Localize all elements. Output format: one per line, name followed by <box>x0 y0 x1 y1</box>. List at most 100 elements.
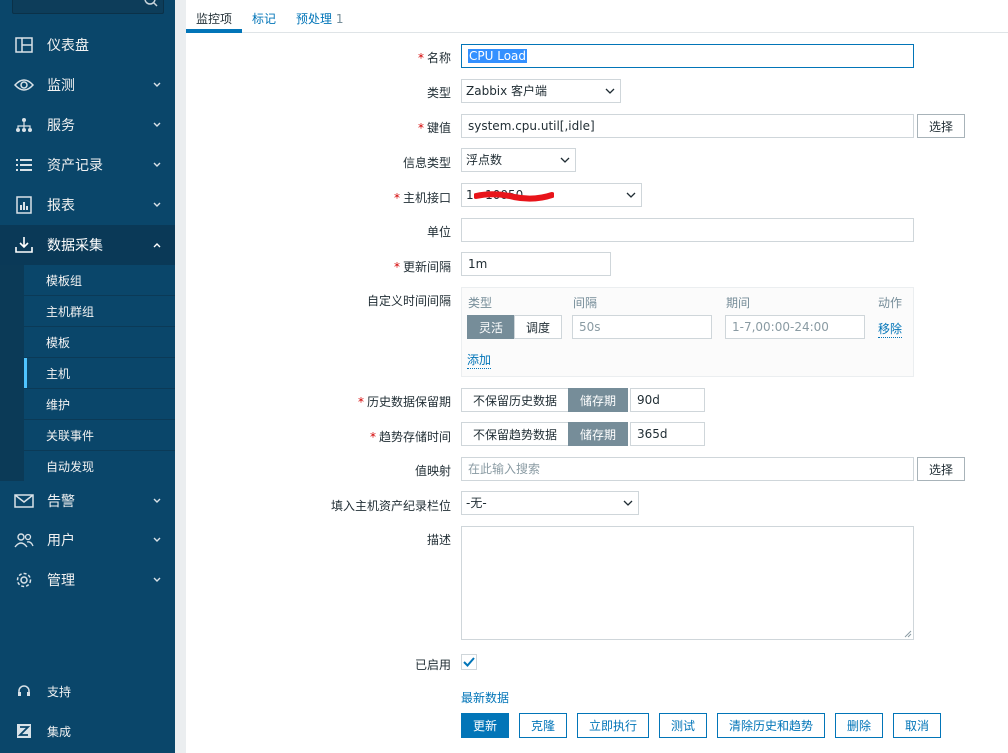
clone-button[interactable]: 克隆 <box>519 713 567 738</box>
chevron-down-icon <box>153 202 161 207</box>
inventory-label: 填入主机资产纪录栏位 <box>330 499 451 513</box>
sidebar-item-support[interactable]: 支持 <box>0 671 175 711</box>
units-input[interactable] <box>461 218 914 242</box>
headset-icon <box>14 681 34 701</box>
units-label: 单位 <box>426 225 451 239</box>
chevron-down-icon <box>560 157 570 163</box>
submenu-item-maintenance[interactable]: 维护 <box>24 389 175 419</box>
resize-handle-icon[interactable] <box>904 630 912 638</box>
sidebar-item-users[interactable]: 用户 <box>0 520 175 560</box>
sidebar: 仪表盘 监测 服务 资产记录 报表 数据采集 模板组 主机群组 模板 主机 维护… <box>0 0 175 753</box>
search-icon[interactable] <box>143 0 159 8</box>
flexible-segment[interactable]: 灵活 <box>467 315 515 339</box>
col-action-header: 动作 <box>878 296 903 310</box>
chevron-down-icon <box>623 500 633 506</box>
add-interval-link[interactable]: 添加 <box>467 351 492 369</box>
key-label: * 键值 <box>417 121 451 135</box>
scheduling-segment[interactable]: 调度 <box>514 315 562 339</box>
submenu-item-template-groups[interactable]: 模板组 <box>24 265 175 295</box>
sidebar-item-label: 管理 <box>47 573 75 589</box>
sidebar-search[interactable] <box>12 0 164 14</box>
history-storage-period-segment[interactable]: 储存期 <box>568 388 628 412</box>
sidebar-item-label: 集成 <box>47 724 72 739</box>
sidebar-item-label: 用户 <box>47 533 75 549</box>
tab-tags[interactable]: 标记 <box>252 10 276 27</box>
update-interval-input[interactable]: 1m <box>461 252 611 276</box>
hierarchy-icon <box>14 115 34 135</box>
sidebar-item-dashboard[interactable]: 仪表盘 <box>0 25 175 65</box>
sidebar-item-label: 报表 <box>47 198 75 214</box>
list-icon <box>14 155 34 175</box>
history-label: * 历史数据保留期 <box>357 395 451 409</box>
sidebar-item-label: 仪表盘 <box>47 38 89 54</box>
sidebar-item-reports[interactable]: 报表 <box>0 185 175 225</box>
users-icon <box>14 530 34 550</box>
dashboard-icon <box>14 35 34 55</box>
col-type-header: 类型 <box>468 296 493 310</box>
chevron-up-icon <box>153 243 161 248</box>
host-interface-label: * 主机接口 <box>393 191 451 205</box>
update-button[interactable]: 更新 <box>461 713 509 738</box>
trends-input[interactable]: 365d <box>630 422 705 446</box>
execute-now-button[interactable]: 立即执行 <box>577 713 649 738</box>
period-input[interactable]: 1-7,00:00-24:00 <box>725 315 865 339</box>
item-edit-form: 监控项 标记 预处理 1 * 名称 CPU Load 类型 Zabbix 客户端 … <box>186 0 1008 753</box>
tab-item[interactable]: 监控项 <box>196 10 232 27</box>
data-collection-submenu: 模板组 主机群组 模板 主机 维护 关联事件 自动发现 <box>0 265 175 481</box>
sidebar-item-data-collection[interactable]: 数据采集 <box>0 225 175 265</box>
name-label: * 名称 <box>417 51 451 65</box>
clear-history-button[interactable]: 清除历史和趋势 <box>717 713 825 738</box>
valuemap-select-button[interactable]: 选择 <box>917 457 965 481</box>
preprocessing-count: 1 <box>335 12 344 26</box>
trends-do-not-keep-segment[interactable]: 不保留趋势数据 <box>461 422 569 446</box>
info-type-select[interactable]: 浮点数 <box>461 148 576 172</box>
active-tab-indicator <box>186 29 242 33</box>
valuemap-input[interactable]: 在此输入搜索 <box>461 457 914 481</box>
sidebar-item-integrations[interactable]: 集成 <box>0 711 175 751</box>
remove-interval-link[interactable]: 移除 <box>878 320 903 338</box>
interval-input[interactable]: 50s <box>572 315 712 339</box>
sidebar-item-label: 资产记录 <box>47 158 103 174</box>
sidebar-item-services[interactable]: 服务 <box>0 105 175 145</box>
trends-storage-period-segment[interactable]: 储存期 <box>568 422 628 446</box>
custom-intervals-label: 自定义时间间隔 <box>366 294 451 308</box>
submenu-item-event-correlation[interactable]: 关联事件 <box>24 420 175 450</box>
col-interval-header: 间隔 <box>573 296 598 310</box>
sidebar-item-label: 服务 <box>47 118 75 134</box>
submenu-item-hosts[interactable]: 主机 <box>24 358 175 388</box>
sidebar-item-alerts[interactable]: 告警 <box>0 481 175 521</box>
name-input[interactable]: CPU Load <box>461 44 914 68</box>
sidebar-item-monitoring[interactable]: 监测 <box>0 65 175 105</box>
submenu-item-discovery[interactable]: 自动发现 <box>24 451 175 481</box>
key-input[interactable]: system.cpu.util[,idle] <box>461 114 914 138</box>
sidebar-item-label: 数据采集 <box>47 238 103 254</box>
type-select[interactable]: Zabbix 客户端 <box>461 79 621 103</box>
chevron-down-icon <box>153 122 161 127</box>
key-select-button[interactable]: 选择 <box>917 114 965 138</box>
custom-intervals-table: 类型 间隔 期间 动作 灵活 调度 50s 1-7,00:00-24:00 移除… <box>461 287 914 377</box>
submenu-item-host-groups[interactable]: 主机群组 <box>24 296 175 326</box>
enabled-checkbox[interactable] <box>461 654 477 670</box>
history-do-not-keep-segment[interactable]: 不保留历史数据 <box>461 388 569 412</box>
description-textarea[interactable] <box>461 526 914 640</box>
tab-bar: 监控项 标记 预处理 1 <box>186 0 1008 33</box>
zabbix-icon <box>14 721 34 741</box>
test-button[interactable]: 测试 <box>659 713 707 738</box>
tab-preprocessing-label: 预处理 <box>296 12 333 26</box>
host-interface-select[interactable]: 1 10050 <box>461 183 642 207</box>
check-icon <box>463 657 475 667</box>
chevron-down-icon <box>153 537 161 542</box>
delete-button[interactable]: 删除 <box>835 713 883 738</box>
submenu-item-templates[interactable]: 模板 <box>24 327 175 357</box>
chevron-down-icon <box>153 498 161 503</box>
history-input[interactable]: 90d <box>630 388 705 412</box>
type-label: 类型 <box>426 86 451 100</box>
cancel-button[interactable]: 取消 <box>893 713 941 738</box>
chevron-down-icon <box>153 162 161 167</box>
sidebar-item-inventory[interactable]: 资产记录 <box>0 145 175 185</box>
sidebar-item-administration[interactable]: 管理 <box>0 560 175 600</box>
report-icon <box>14 195 34 215</box>
inventory-select[interactable]: -无- <box>461 491 639 515</box>
tab-preprocessing[interactable]: 预处理 1 <box>296 10 343 27</box>
latest-data-link[interactable]: 最新数据 <box>461 689 509 706</box>
